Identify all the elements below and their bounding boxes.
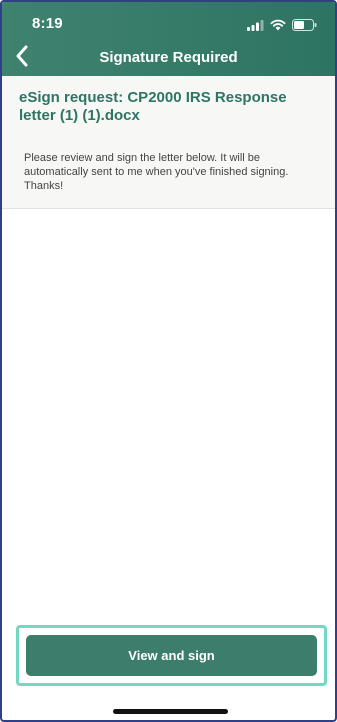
wifi-icon <box>270 18 286 36</box>
status-icons <box>247 18 317 36</box>
navigation-bar: Signature Required <box>2 42 335 76</box>
cellular-signal-icon <box>247 18 264 36</box>
request-message: Please review and sign the letter below.… <box>24 152 289 192</box>
status-time: 8:19 <box>32 15 63 32</box>
request-message-panel: Please review and sign the letter below.… <box>2 134 335 209</box>
status-bar: 8:19 <box>2 2 335 42</box>
home-indicator[interactable] <box>113 709 228 714</box>
page-title: Signature Required <box>99 49 238 66</box>
app-header: 8:19 Signature Required <box>2 2 335 76</box>
view-and-sign-highlight: View and sign <box>16 625 327 686</box>
request-title: eSign request: CP2000 IRS Response lette… <box>19 89 287 124</box>
phone-screen: 8:19 Signature Required eSign request: C… <box>0 0 337 722</box>
battery-icon <box>292 18 317 36</box>
esign-request-header: eSign request: CP2000 IRS Response lette… <box>2 76 335 134</box>
view-and-sign-button[interactable]: View and sign <box>26 635 317 676</box>
document-preview-area <box>2 209 335 622</box>
